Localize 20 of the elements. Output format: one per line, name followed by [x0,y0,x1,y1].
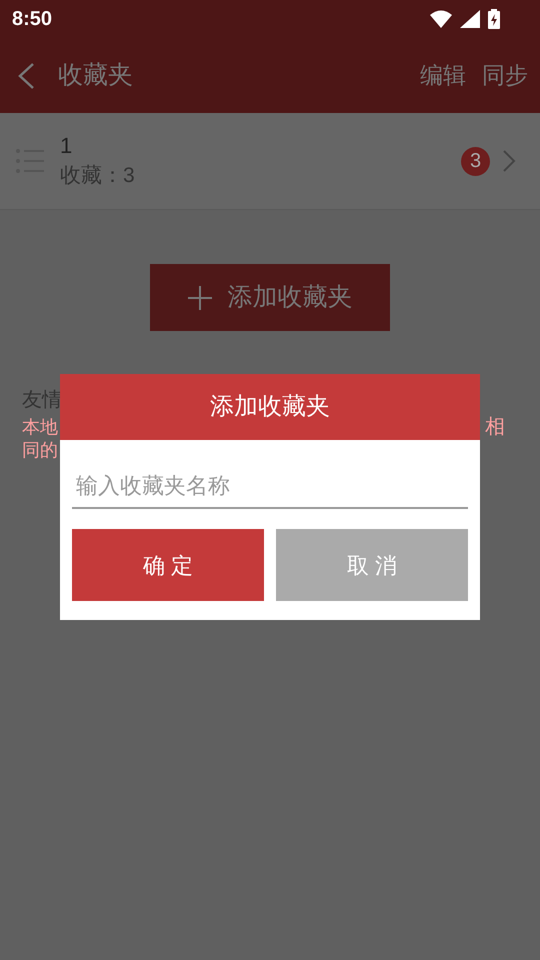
notice-text: 相 [485,415,505,439]
toolbar-action[interactable]: 编辑 [420,58,466,93]
plus-icon [188,286,212,310]
notice-text: 本地 [22,416,59,439]
battery-icon [488,9,500,29]
notice-text: 同的 [22,439,59,461]
chevron-right-icon [502,149,516,173]
back-icon [16,62,36,90]
dialog-title: 添加收藏夹 [210,392,330,422]
dialog-button[interactable]: 确 定 [72,529,264,601]
count-badge: 3 [461,146,490,176]
add-folder-button[interactable]: 添加收藏夹 [150,264,390,331]
input-field[interactable]: 输入收藏夹名称 [72,465,468,509]
dialog-button[interactable]: 取 消 [276,529,468,601]
folder-name: 1 [60,132,74,160]
status-time: 8:50 [12,7,52,32]
wifi-icon [430,10,452,28]
signal-icon [460,10,480,28]
toolbar-title: 收藏夹 [58,60,133,91]
toolbar-action[interactable]: 同步 [482,58,528,93]
